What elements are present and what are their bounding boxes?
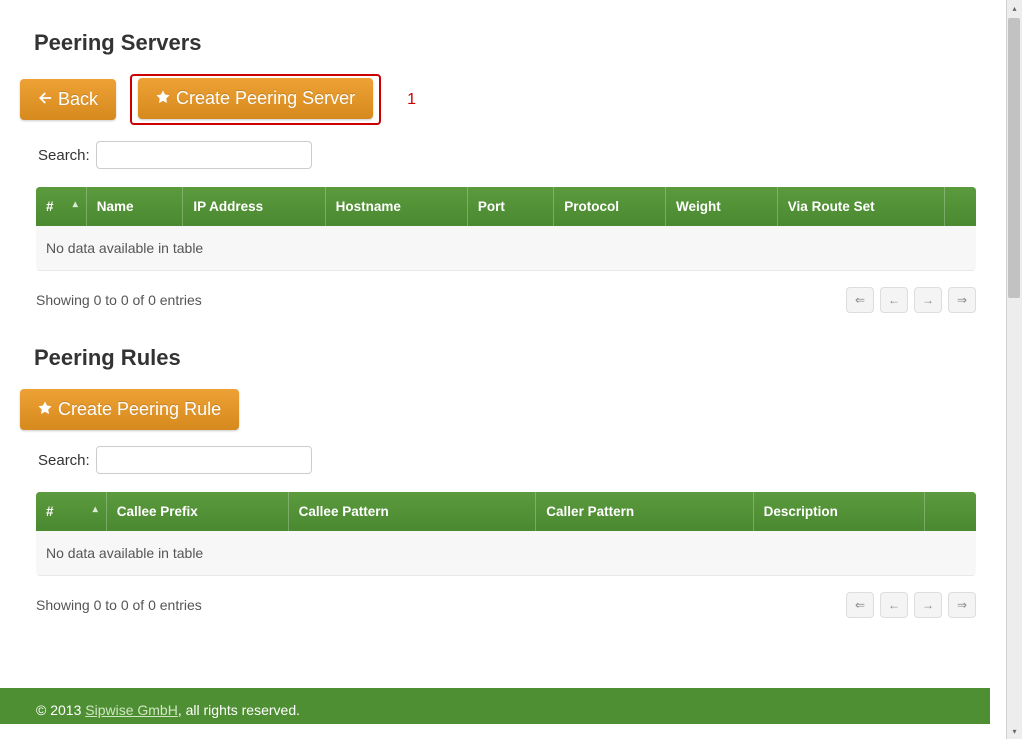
col-hostname[interactable]: Hostname	[326, 187, 468, 226]
back-button-label: Back	[58, 89, 98, 110]
page: Peering Servers Back Create Peering Serv…	[0, 0, 990, 724]
scroll-down-button[interactable]: ▾	[1007, 723, 1022, 739]
col-actions	[945, 187, 976, 226]
create-rule-label: Create Peering Rule	[58, 399, 221, 420]
pager-prev-button[interactable]: ←	[880, 287, 908, 313]
pager-next-button[interactable]: →	[914, 592, 942, 618]
create-peering-server-button[interactable]: Create Peering Server	[138, 78, 373, 119]
rules-table: # Callee Prefix Callee Pattern Caller Pa…	[36, 492, 976, 576]
footer-copyright-suffix: , all rights reserved.	[178, 702, 300, 718]
servers-search-input[interactable]	[96, 141, 312, 169]
col-index[interactable]: #	[36, 492, 107, 531]
content-viewport: Peering Servers Back Create Peering Serv…	[0, 0, 1006, 739]
annotation-highlight: Create Peering Server	[130, 74, 381, 125]
rules-search-row: Search:	[38, 446, 956, 474]
col-protocol[interactable]: Protocol	[554, 187, 666, 226]
create-server-label: Create Peering Server	[176, 88, 355, 109]
pager-first-button[interactable]: ⇐	[846, 287, 874, 313]
table-row-empty: No data available in table	[36, 531, 976, 576]
pager-next-button[interactable]: →	[914, 287, 942, 313]
star-icon	[38, 401, 52, 419]
scroll-up-button[interactable]: ▴	[1007, 0, 1022, 16]
col-actions	[925, 492, 976, 531]
arrow-left-icon	[38, 91, 52, 109]
servers-search-label: Search:	[38, 147, 90, 164]
star-icon	[156, 90, 170, 108]
scroll-thumb[interactable]	[1008, 18, 1020, 298]
servers-pager: ⇐ ← → ⇒	[846, 287, 976, 313]
servers-heading: Peering Servers	[34, 30, 956, 56]
col-description[interactable]: Description	[754, 492, 926, 531]
create-peering-rule-button[interactable]: Create Peering Rule	[20, 389, 239, 430]
pager-last-button[interactable]: ⇒	[948, 287, 976, 313]
col-callee-pattern[interactable]: Callee Pattern	[289, 492, 537, 531]
table-row-empty: No data available in table	[36, 226, 976, 271]
annotation-number: 1	[407, 91, 416, 109]
col-weight[interactable]: Weight	[666, 187, 778, 226]
pager-first-button[interactable]: ⇐	[846, 592, 874, 618]
footer-copyright-prefix: © 2013	[36, 702, 85, 718]
col-index[interactable]: #	[36, 187, 87, 226]
rules-pager: ⇐ ← → ⇒	[846, 592, 976, 618]
rules-search-label: Search:	[38, 452, 90, 469]
servers-search-row: Search:	[38, 141, 956, 169]
rules-info-text: Showing 0 to 0 of 0 entries	[36, 597, 202, 613]
rules-button-row: Create Peering Rule	[20, 389, 956, 430]
servers-button-row: Back Create Peering Server 1	[20, 74, 956, 125]
servers-info-row: Showing 0 to 0 of 0 entries ⇐ ← → ⇒	[36, 287, 976, 313]
scrollbar-vertical[interactable]: ▴ ▾	[1006, 0, 1022, 739]
page-footer: © 2013 Sipwise GmbH, all rights reserved…	[0, 688, 990, 724]
col-name[interactable]: Name	[87, 187, 184, 226]
servers-table-header-row: # Name IP Address Hostname Port Protocol…	[36, 187, 976, 226]
col-caller-pattern[interactable]: Caller Pattern	[536, 492, 753, 531]
servers-empty-cell: No data available in table	[36, 226, 976, 271]
col-port[interactable]: Port	[468, 187, 554, 226]
col-ip[interactable]: IP Address	[183, 187, 325, 226]
col-via-route[interactable]: Via Route Set	[778, 187, 946, 226]
rules-table-header-row: # Callee Prefix Callee Pattern Caller Pa…	[36, 492, 976, 531]
rules-heading: Peering Rules	[34, 345, 956, 371]
rules-info-row: Showing 0 to 0 of 0 entries ⇐ ← → ⇒	[36, 592, 976, 618]
footer-company-link[interactable]: Sipwise GmbH	[85, 702, 178, 718]
servers-table: # Name IP Address Hostname Port Protocol…	[36, 187, 976, 271]
servers-info-text: Showing 0 to 0 of 0 entries	[36, 292, 202, 308]
browser-viewport: Peering Servers Back Create Peering Serv…	[0, 0, 1022, 739]
rules-empty-cell: No data available in table	[36, 531, 976, 576]
rules-search-input[interactable]	[96, 446, 312, 474]
pager-last-button[interactable]: ⇒	[948, 592, 976, 618]
back-button[interactable]: Back	[20, 79, 116, 120]
pager-prev-button[interactable]: ←	[880, 592, 908, 618]
col-callee-prefix[interactable]: Callee Prefix	[107, 492, 289, 531]
